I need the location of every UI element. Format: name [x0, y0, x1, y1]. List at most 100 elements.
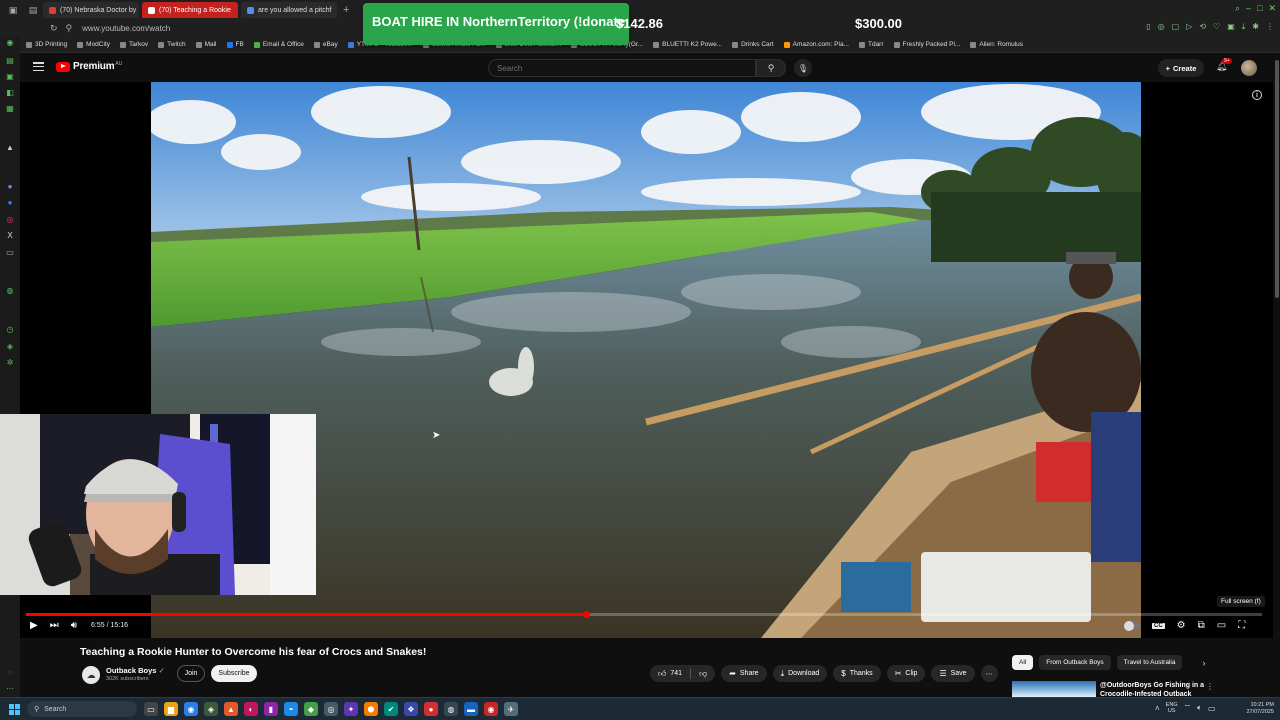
extensions-icon[interactable]: ✱	[1252, 22, 1259, 32]
box-icon[interactable]: ▣	[1227, 22, 1235, 32]
search-input[interactable]	[488, 59, 756, 77]
fullscreen-icon[interactable]: ⛶	[1238, 620, 1245, 631]
wallet-icon[interactable]: ▢	[1172, 22, 1180, 32]
download-icon[interactable]: ⤓	[1242, 22, 1246, 32]
chrome-icon[interactable]: ◉	[184, 702, 198, 716]
settings-gear-icon[interactable]: ⚙	[1177, 620, 1186, 631]
history-icon[interactable]: ⟲	[1199, 22, 1206, 32]
bookmark-item[interactable]: Tdarr	[858, 41, 884, 48]
steam-icon[interactable]: ◎	[324, 702, 338, 716]
chat-icon[interactable]: ●	[5, 197, 15, 207]
clip-button[interactable]: ✂ Clip	[886, 665, 926, 682]
bookmark-item[interactable]: eBay	[313, 41, 338, 48]
app-icon[interactable]: ◉	[484, 702, 498, 716]
app-icon[interactable]: ▮	[264, 702, 278, 716]
tab-list-icon[interactable]: ▤	[26, 3, 40, 17]
app-icon[interactable]: ◈	[204, 702, 218, 716]
instagram-icon[interactable]: ◎	[5, 214, 15, 224]
new-tab-plus-icon[interactable]: +	[343, 4, 349, 16]
bookmark-item[interactable]: Alien: Romulus	[970, 41, 1023, 48]
discord-icon[interactable]: ◓	[284, 702, 298, 716]
hamburger-menu-icon[interactable]	[33, 62, 44, 71]
theater-mode-icon[interactable]: ▭	[1217, 620, 1226, 631]
sidebar-app-icon[interactable]: ▲	[5, 142, 15, 152]
sidebar-app-icon[interactable]: ▣	[5, 71, 15, 81]
bookmark-item[interactable]: ModCity	[77, 41, 110, 48]
browser-tab-1[interactable]: (70) Nebraska Doctor by	[43, 2, 139, 18]
browser-tab-2[interactable]: (70) Teaching a Rookie	[142, 2, 238, 18]
recommended-video-thumbnail[interactable]	[1012, 681, 1096, 697]
join-button[interactable]: Join	[177, 665, 205, 682]
bookmark-item[interactable]: Freshly Packed Pl...	[893, 41, 960, 48]
bookmark-icon[interactable]: ▯	[1146, 22, 1150, 32]
autoplay-toggle[interactable]	[1124, 620, 1140, 631]
firefox-icon[interactable]: ◐	[244, 702, 258, 716]
clock-icon[interactable]: ◷	[5, 324, 15, 334]
channel-avatar[interactable]: ☁	[82, 666, 100, 684]
vlc-icon[interactable]: ▲	[224, 702, 238, 716]
player-icon[interactable]: ▷	[1186, 22, 1192, 32]
sidebar-app-icon[interactable]: ◧	[5, 87, 15, 97]
recommended-video-title[interactable]: @OutdoorBoys Go Fishing in a Crocodile-I…	[1100, 681, 1208, 697]
site-info-icon[interactable]: ⚲	[66, 23, 73, 34]
sidebar-app-icon[interactable]: ▤	[5, 55, 15, 65]
youtube-premium-logo[interactable]: Premium AU	[56, 61, 122, 72]
bookmark-item[interactable]: Amazon.com: Pla...	[783, 41, 849, 48]
sidebar-app-icon[interactable]: ◌	[5, 667, 15, 677]
chip-all[interactable]: All	[1012, 655, 1034, 670]
sidebar-menu-icon[interactable]: ⋯	[5, 683, 15, 693]
app-icon[interactable]: ⬢	[364, 702, 378, 716]
minimize-icon[interactable]: –	[1246, 3, 1251, 14]
app-icon[interactable]: ✔	[384, 702, 398, 716]
obs-icon[interactable]: ◍	[444, 702, 458, 716]
channel-name[interactable]: Outback Boys ✓	[106, 666, 165, 675]
steam-icon[interactable]: ✈	[504, 702, 518, 716]
wifi-icon[interactable]: ⌔	[1184, 703, 1192, 713]
more-vertical-icon[interactable]: ⋮	[1206, 682, 1214, 691]
next-video-icon[interactable]: ⏭︎	[50, 620, 59, 631]
language-indicator[interactable]: ENG US	[1166, 702, 1178, 714]
play-icon[interactable]: ▶	[30, 620, 38, 631]
info-icon[interactable]: i	[1252, 90, 1262, 100]
maximize-icon[interactable]: □	[1257, 3, 1262, 14]
battery-icon[interactable]: ▭	[1208, 704, 1216, 713]
app-icon[interactable]: ▬	[464, 702, 478, 716]
bookmark-item[interactable]: Email & Office	[253, 41, 304, 48]
messenger-icon[interactable]: ●	[5, 181, 15, 191]
thanks-button[interactable]: $ Thanks	[833, 665, 881, 682]
browser-tab-3[interactable]: are you allowed a pitchf	[241, 2, 337, 18]
search-tabs-icon[interactable]: ⌕	[1235, 3, 1240, 14]
bookmark-item[interactable]: 3D Printing	[26, 41, 67, 48]
settings-icon[interactable]: ✲	[5, 357, 15, 367]
heart-icon[interactable]: ♡	[1213, 22, 1220, 32]
bookmark-item[interactable]: Mail	[195, 41, 217, 48]
bookmark-item[interactable]: Drinks Cart	[732, 41, 774, 48]
chevron-right-icon[interactable]: ›	[1202, 658, 1205, 668]
captions-icon[interactable]: CC	[1152, 622, 1165, 629]
app-icon[interactable]: ❖	[404, 702, 418, 716]
like-count[interactable]: 741	[670, 670, 682, 677]
menu-icon[interactable]: ⋮	[1266, 22, 1274, 32]
close-icon[interactable]: ✕	[1268, 3, 1276, 14]
sidebar-app-icon[interactable]: ◉	[5, 37, 15, 47]
create-button[interactable]: + Create	[1158, 59, 1204, 77]
app-icon[interactable]: ●	[424, 702, 438, 716]
bookmark-item[interactable]: BLUETTI K2 Powe...	[653, 41, 722, 48]
voice-search-button[interactable]: 🎙︎	[794, 59, 812, 77]
thumbs-up-icon[interactable]: 👍︎	[658, 669, 666, 679]
chip-travel[interactable]: Travel to Australia	[1116, 655, 1183, 670]
volume-icon[interactable]: 🔊︎	[71, 620, 77, 631]
search-button[interactable]: ⚲	[756, 59, 786, 77]
save-button[interactable]: ☰ Save	[931, 665, 975, 682]
more-actions-button[interactable]: ⋯	[980, 665, 998, 682]
reload-icon[interactable]: ↻	[50, 23, 58, 34]
bookmark-item[interactable]: Twitch	[158, 41, 186, 48]
sidebar-app-icon[interactable]: ◍	[5, 285, 15, 295]
sidebar-app-icon[interactable]: ◈	[5, 341, 15, 351]
account-avatar[interactable]	[1241, 60, 1257, 76]
subscribe-button[interactable]: Subscribe	[211, 665, 257, 682]
app-icon[interactable]: ✦	[344, 702, 358, 716]
miniplayer-icon[interactable]: ⧉	[1198, 620, 1205, 631]
vpn-icon[interactable]: ◎	[1158, 22, 1165, 32]
chip-from-channel[interactable]: From Outback Boys	[1039, 655, 1111, 670]
